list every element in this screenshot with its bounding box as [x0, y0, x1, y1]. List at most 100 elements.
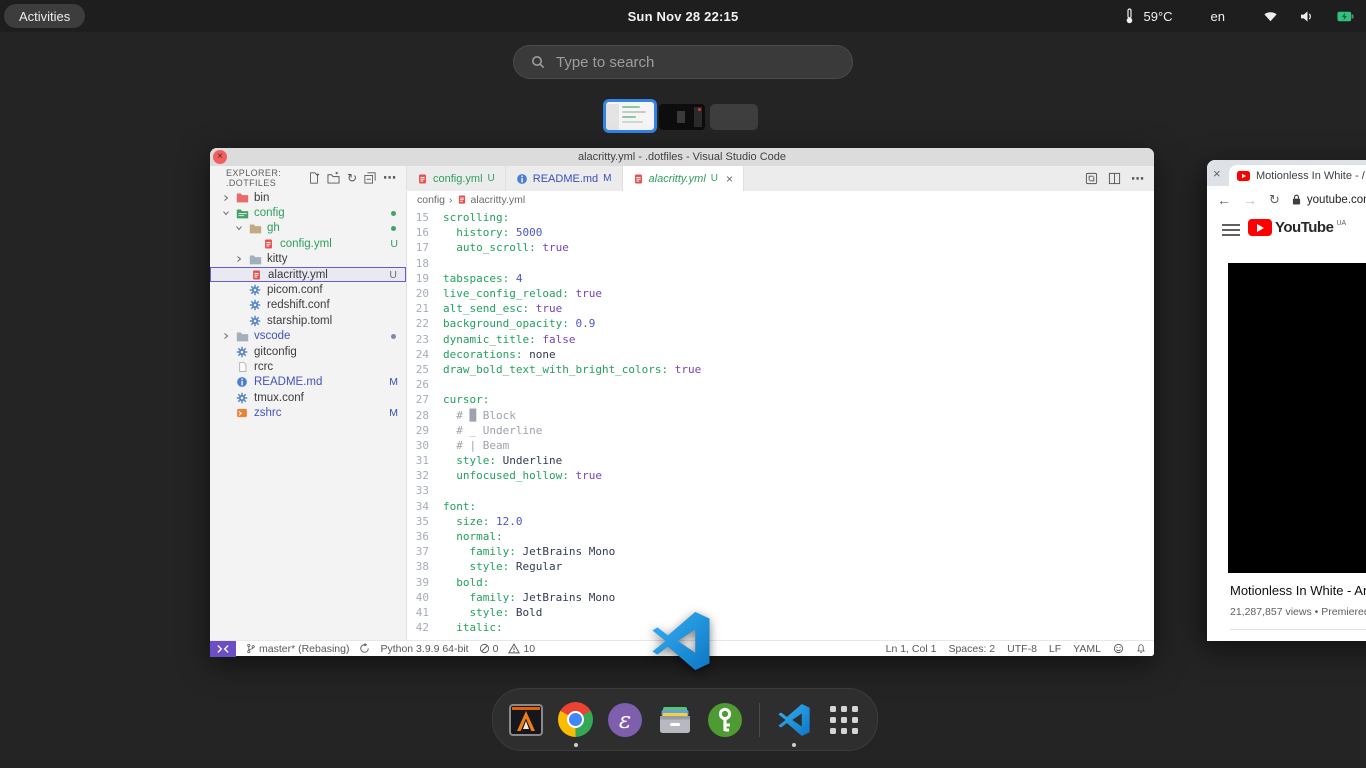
- more-actions-icon[interactable]: ⋯: [383, 170, 396, 186]
- youtube-logo[interactable]: YouTube UA: [1248, 219, 1346, 236]
- code-line-15[interactable]: 15scrolling:: [407, 210, 1154, 225]
- code-line-25[interactable]: 25draw_bold_text_with_bright_colors: tru…: [407, 362, 1154, 377]
- code-line-35[interactable]: 35 size: 12.0: [407, 514, 1154, 529]
- dock-icon-files[interactable]: [657, 691, 694, 749]
- code-line-40[interactable]: 40 family: JetBrains Mono: [407, 590, 1154, 605]
- code-line-33[interactable]: 33: [407, 483, 1154, 498]
- code-line-22[interactable]: 22background_opacity: 0.9: [407, 316, 1154, 331]
- tree-item-vscode[interactable]: vscode: [210, 329, 406, 344]
- tree-item-readme-md[interactable]: README.mdM: [210, 375, 406, 390]
- video-player[interactable]: [1228, 263, 1366, 573]
- language-mode[interactable]: YAML: [1073, 643, 1101, 655]
- cursor-position[interactable]: Ln 1, Col 1: [886, 643, 937, 655]
- new-folder-icon[interactable]: [327, 172, 340, 184]
- collapse-all-icon[interactable]: [364, 172, 376, 184]
- dock-icon-emacs[interactable]: ε: [607, 691, 644, 749]
- dock-icon-vscode[interactable]: [776, 691, 813, 749]
- tree-item-bin[interactable]: bin: [210, 190, 406, 205]
- notifications-button[interactable]: [1136, 643, 1146, 654]
- tree-item-config-yml[interactable]: config.ymlU: [210, 236, 406, 251]
- tab-close-icon[interactable]: ×: [726, 172, 733, 186]
- workspace-thumbnail-empty[interactable]: [710, 104, 758, 130]
- encoding[interactable]: UTF-8: [1007, 643, 1037, 655]
- tree-item-rcrc[interactable]: rcrc: [210, 359, 406, 374]
- open-changes-icon[interactable]: [1085, 172, 1098, 185]
- dock-icon-keepassxc[interactable]: [706, 691, 743, 749]
- tree-item-gh[interactable]: gh: [210, 221, 406, 236]
- code-line-16[interactable]: 16 history: 5000: [407, 225, 1154, 240]
- tree-item-alacritty-yml[interactable]: alacritty.ymlU: [210, 267, 406, 282]
- editor-tab-config-yml[interactable]: config.ymlU: [407, 166, 506, 191]
- code-line-23[interactable]: 23dynamic_title: false: [407, 332, 1154, 347]
- dock-icon-chrome[interactable]: [558, 691, 595, 749]
- eol[interactable]: LF: [1049, 643, 1061, 655]
- warning-count[interactable]: 10: [508, 643, 535, 655]
- split-editor-icon[interactable]: [1108, 172, 1121, 185]
- code-line-39[interactable]: 39 bold:: [407, 575, 1154, 590]
- breadcrumb-file[interactable]: alacritty.yml: [471, 194, 526, 206]
- code-line-34[interactable]: 34font:: [407, 499, 1154, 514]
- error-count[interactable]: 0: [479, 643, 499, 655]
- breadcrumb-folder[interactable]: config: [417, 194, 445, 206]
- workspace-thumbnail-chrome[interactable]: [659, 104, 705, 130]
- code-line-24[interactable]: 24decorations: none: [407, 347, 1154, 362]
- code-line-32[interactable]: 32 unfocused_hollow: true: [407, 468, 1154, 483]
- tree-item-gitconfig[interactable]: gitconfig: [210, 344, 406, 359]
- window-close-button[interactable]: ×: [213, 150, 227, 164]
- dock-icon-alacritty[interactable]: [508, 691, 545, 749]
- feedback-button[interactable]: [1113, 643, 1124, 654]
- address-bar[interactable]: youtube.com/wa: [1292, 194, 1366, 206]
- tree-item-redshift-conf[interactable]: redshift.conf: [210, 298, 406, 313]
- dock-icon-app-grid[interactable]: [825, 691, 862, 749]
- keyboard-layout-indicator[interactable]: en: [1211, 9, 1225, 24]
- vscode-app-badge-icon[interactable]: [650, 610, 712, 672]
- new-file-icon[interactable]: [308, 172, 320, 184]
- code-line-28[interactable]: 28 # █ Block: [407, 407, 1154, 422]
- sync-button[interactable]: [359, 643, 370, 654]
- workspace-thumbnail-active[interactable]: [603, 99, 657, 133]
- chrome-window[interactable]: × Motionless In White - / ← → ↻ youtube.…: [1207, 160, 1366, 641]
- code-line-29[interactable]: 29 # _ Underline: [407, 423, 1154, 438]
- code-line-21[interactable]: 21alt_send_esc: true: [407, 301, 1154, 316]
- git-branch-status[interactable]: master* (Rebasing): [246, 643, 349, 655]
- code-line-41[interactable]: 41 style: Bold: [407, 605, 1154, 620]
- reload-button[interactable]: ↻: [1269, 192, 1280, 208]
- python-interpreter[interactable]: Python 3.9.9 64-bit: [380, 643, 468, 655]
- code-line-27[interactable]: 27cursor:: [407, 392, 1154, 407]
- code-line-36[interactable]: 36 normal:: [407, 529, 1154, 544]
- vscode-titlebar[interactable]: alacritty.yml - .dotfiles - Visual Studi…: [210, 148, 1154, 166]
- code-editor[interactable]: 15scrolling:16 history: 500017 auto_scro…: [407, 208, 1154, 640]
- breadcrumb[interactable]: config › alacritty.yml: [407, 191, 1154, 208]
- code-line-30[interactable]: 30 # | Beam: [407, 438, 1154, 453]
- code-line-37[interactable]: 37 family: JetBrains Mono: [407, 544, 1154, 559]
- editor-more-icon[interactable]: ⋯: [1131, 171, 1144, 187]
- code-line-20[interactable]: 20live_config_reload: true: [407, 286, 1154, 301]
- code-line-26[interactable]: 26: [407, 377, 1154, 392]
- back-button[interactable]: ←: [1217, 192, 1231, 208]
- code-line-18[interactable]: 18: [407, 256, 1154, 271]
- tree-item-tmux-conf[interactable]: tmux.conf: [210, 390, 406, 405]
- remote-indicator[interactable]: [210, 641, 236, 657]
- code-line-42[interactable]: 42 italic:: [407, 620, 1154, 635]
- tree-item-kitty[interactable]: kitty: [210, 252, 406, 267]
- menu-icon[interactable]: [1222, 224, 1240, 239]
- tree-item-config[interactable]: config: [210, 205, 406, 220]
- refresh-icon[interactable]: ↻: [347, 171, 357, 185]
- code-line-31[interactable]: 31 style: Underline: [407, 453, 1154, 468]
- forward-button[interactable]: →: [1243, 192, 1257, 208]
- code-line-17[interactable]: 17 auto_scroll: true: [407, 240, 1154, 255]
- tree-item-picom-conf[interactable]: picom.conf: [210, 282, 406, 297]
- tree-item-starship-toml[interactable]: starship.toml: [210, 313, 406, 328]
- tab-close-icon[interactable]: ×: [1213, 166, 1221, 181]
- code-line-38[interactable]: 38 style: Regular: [407, 559, 1154, 574]
- vscode-window[interactable]: × alacritty.yml - .dotfiles - Visual Stu…: [210, 148, 1154, 656]
- editor-tab-readme-md[interactable]: README.mdM: [506, 166, 623, 191]
- search-input[interactable]: Type to search: [513, 45, 853, 79]
- system-status-area[interactable]: 59°C en: [1125, 0, 1354, 32]
- tree-item-zshrc[interactable]: zshrcM: [210, 405, 406, 420]
- indentation[interactable]: Spaces: 2: [948, 643, 995, 655]
- code-line-19[interactable]: 19tabspaces: 4: [407, 271, 1154, 286]
- editor-tab-alacritty-yml[interactable]: alacritty.ymlU×: [623, 166, 745, 191]
- chevron-down-icon: [231, 224, 247, 232]
- chrome-active-tab[interactable]: Motionless In White - /: [1229, 165, 1366, 186]
